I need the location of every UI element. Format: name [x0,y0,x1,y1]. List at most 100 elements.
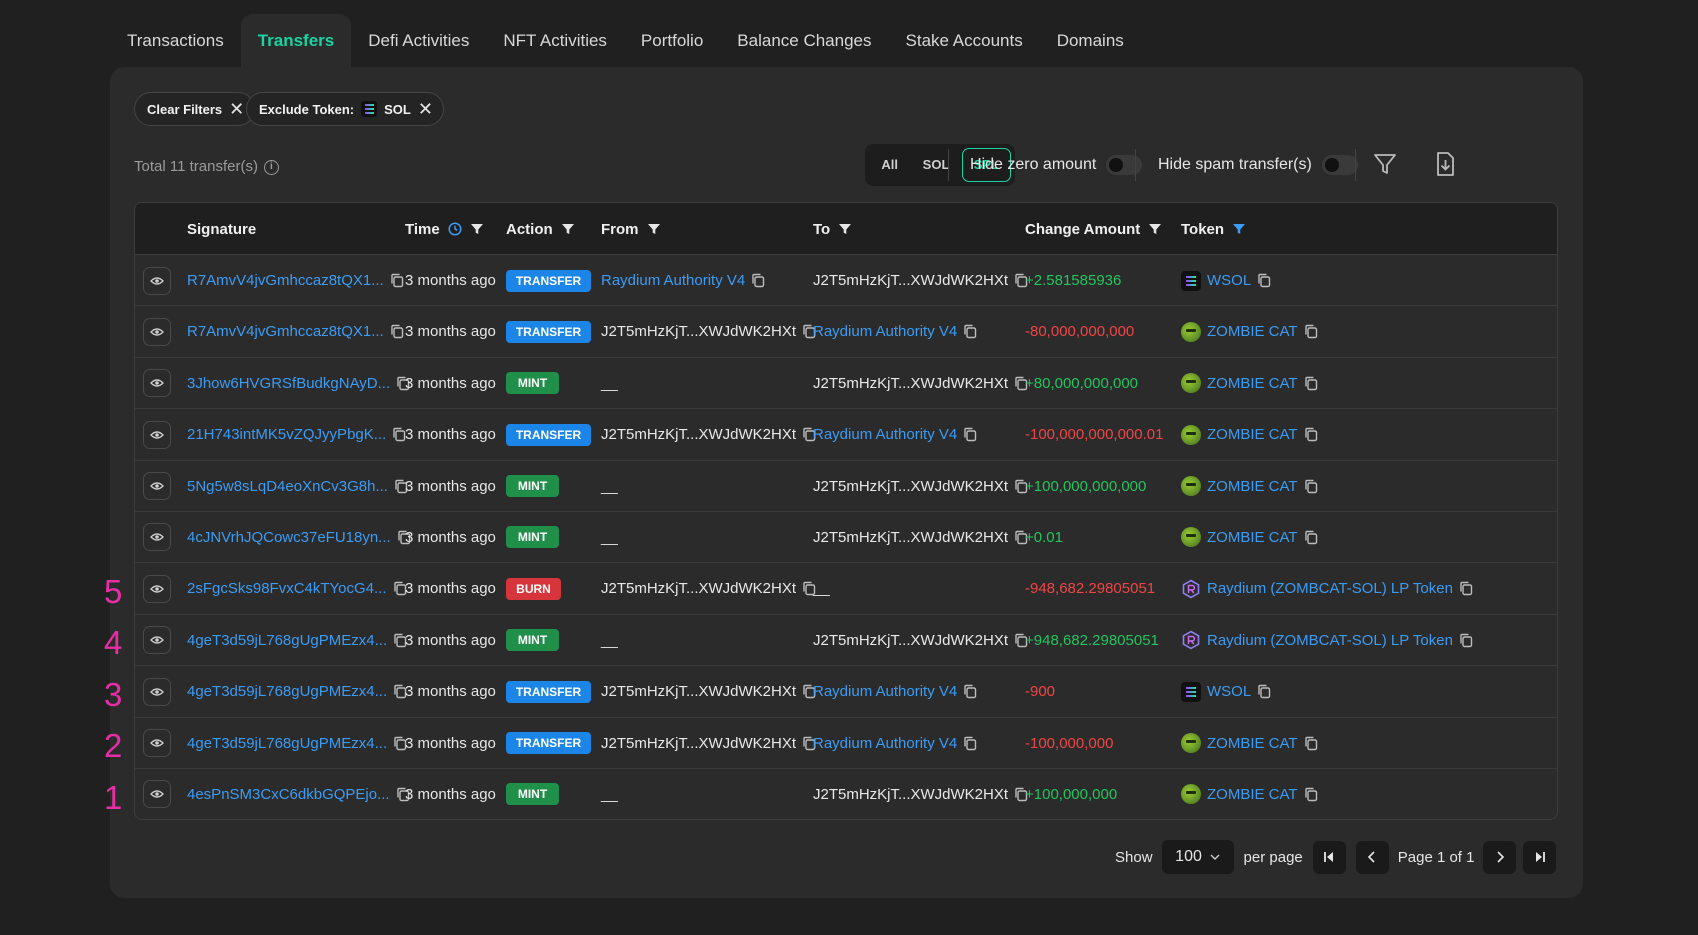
tab-domains[interactable]: Domains [1040,14,1141,68]
filter-icon[interactable] [647,222,661,236]
signature-link[interactable]: 4geT3d59jL768gUgPMEzx4... [187,683,387,700]
token-link[interactable]: ZOMBIE CAT [1207,786,1298,803]
tab-portfolio[interactable]: Portfolio [624,14,720,68]
signature-link[interactable]: 2sFgcSks98FvxC4kTYocG4... [187,580,387,597]
info-icon[interactable]: i [263,159,279,175]
to-address[interactable]: Raydium Authority V4 [813,323,957,340]
view-details-button[interactable] [143,472,171,501]
copy-icon[interactable] [390,324,404,339]
token-link[interactable]: Raydium (ZOMBCAT-SOL) LP Token [1207,580,1453,597]
copy-icon[interactable] [1459,581,1473,596]
token-link[interactable]: ZOMBIE CAT [1207,375,1298,392]
view-details-button[interactable] [143,626,171,655]
copy-icon[interactable] [1257,273,1271,288]
token-link[interactable]: ZOMBIE CAT [1207,323,1298,340]
tab-defi-activities[interactable]: Defi Activities [351,14,486,68]
view-details-button[interactable] [143,677,171,706]
tab-nft-activities[interactable]: NFT Activities [486,14,624,68]
signature-link[interactable]: 4geT3d59jL768gUgPMEzx4... [187,632,387,649]
copy-icon[interactable] [390,273,404,288]
filter-icon[interactable] [470,222,484,236]
view-details-button[interactable] [143,523,171,552]
view-details-button[interactable] [143,729,171,758]
view-details-button[interactable] [143,574,171,603]
tab-transactions[interactable]: Transactions [110,14,241,68]
signature-link[interactable]: 5Ng5w8sLqD4eoXnCv3G8h... [187,478,388,495]
exclude-token-chip[interactable]: Exclude Token: SOL ✕ [246,92,444,126]
copy-icon[interactable] [1304,736,1318,751]
copy-icon[interactable] [1304,787,1318,802]
filter-icon[interactable] [1148,222,1162,236]
from-address[interactable]: J2T5mHzKjT...XWJdWK2HXt [601,426,796,443]
to-address[interactable]: J2T5mHzKjT...XWJdWK2HXt [813,529,1008,546]
first-page-button[interactable] [1312,840,1346,874]
view-details-button[interactable] [143,369,171,398]
to-address[interactable]: J2T5mHzKjT...XWJdWK2HXt [813,478,1008,495]
next-page-button[interactable] [1483,840,1517,874]
clock-icon[interactable] [448,222,462,236]
to-address[interactable]: J2T5mHzKjT...XWJdWK2HXt [813,632,1008,649]
from-address[interactable]: Raydium Authority V4 [601,272,745,289]
copy-icon[interactable] [1304,530,1318,545]
signature-link[interactable]: 4esPnSM3CxC6dkbGQPEjo... [187,786,390,803]
token-link[interactable]: Raydium (ZOMBCAT-SOL) LP Token [1207,632,1453,649]
signature-link[interactable]: R7AmvV4jvGmhccaz8tQX1... [187,323,384,340]
view-details-button[interactable] [143,780,171,809]
signature-link[interactable]: 21H743intMK5vZQJyyPbgK... [187,426,386,443]
from-address[interactable]: J2T5mHzKjT...XWJdWK2HXt [601,683,796,700]
token-link[interactable]: ZOMBIE CAT [1207,529,1298,546]
copy-icon[interactable] [1459,633,1473,648]
from-address[interactable]: J2T5mHzKjT...XWJdWK2HXt [601,580,796,597]
exclude-token-value: SOL [384,101,411,117]
close-icon[interactable]: ✕ [229,100,244,118]
hide-zero-amount-toggle[interactable] [1106,155,1143,175]
segment-sol[interactable]: SOL [912,148,959,182]
signature-link[interactable]: 4geT3d59jL768gUgPMEzx4... [187,735,387,752]
hide-spam-toggle[interactable] [1321,155,1358,175]
export-csv-icon[interactable] [1430,149,1460,179]
copy-icon[interactable] [1304,376,1318,391]
token-link[interactable]: ZOMBIE CAT [1207,478,1298,495]
tab-transfers[interactable]: Transfers [240,14,352,68]
close-icon[interactable]: ✕ [418,100,433,118]
from-address[interactable]: J2T5mHzKjT...XWJdWK2HXt [601,735,796,752]
hide-spam-label: Hide spam transfer(s) [1158,156,1312,173]
from-address[interactable]: J2T5mHzKjT...XWJdWK2HXt [601,323,796,340]
tab-stake-accounts[interactable]: Stake Accounts [889,14,1040,68]
copy-icon[interactable] [963,324,977,339]
clear-filters-chip[interactable]: Clear Filters ✕ [134,92,256,126]
to-address[interactable]: J2T5mHzKjT...XWJdWK2HXt [813,272,1008,289]
to-address[interactable]: Raydium Authority V4 [813,683,957,700]
filter-icon[interactable] [1370,149,1400,179]
signature-link[interactable]: 4cJNVrhJQCowc37eFU18yn... [187,529,391,546]
filter-icon[interactable] [1232,222,1246,236]
filter-icon[interactable] [561,222,575,236]
view-details-button[interactable] [143,317,171,346]
prev-page-button[interactable] [1355,840,1389,874]
page-size-select[interactable]: 100 [1161,840,1234,874]
to-address[interactable]: J2T5mHzKjT...XWJdWK2HXt [813,786,1008,803]
view-details-button[interactable] [143,266,171,295]
token-link[interactable]: ZOMBIE CAT [1207,426,1298,443]
copy-icon[interactable] [963,427,977,442]
token-link[interactable]: ZOMBIE CAT [1207,735,1298,752]
token-link[interactable]: WSOL [1207,683,1251,700]
copy-icon[interactable] [1304,427,1318,442]
token-link[interactable]: WSOL [1207,272,1251,289]
view-details-button[interactable] [143,420,171,449]
tab-balance-changes[interactable]: Balance Changes [720,14,888,68]
filter-icon[interactable] [838,222,852,236]
copy-icon[interactable] [1304,324,1318,339]
copy-icon[interactable] [963,684,977,699]
to-address[interactable]: Raydium Authority V4 [813,426,957,443]
copy-icon[interactable] [1257,684,1271,699]
segment-all[interactable]: All [869,148,910,182]
copy-icon[interactable] [963,736,977,751]
signature-link[interactable]: R7AmvV4jvGmhccaz8tQX1... [187,272,384,289]
to-address[interactable]: Raydium Authority V4 [813,735,957,752]
to-address[interactable]: J2T5mHzKjT...XWJdWK2HXt [813,375,1008,392]
last-page-button[interactable] [1523,840,1557,874]
signature-link[interactable]: 3Jhow6HVGRSfBudkgNAyD... [187,375,390,392]
copy-icon[interactable] [751,273,765,288]
copy-icon[interactable] [1304,479,1318,494]
